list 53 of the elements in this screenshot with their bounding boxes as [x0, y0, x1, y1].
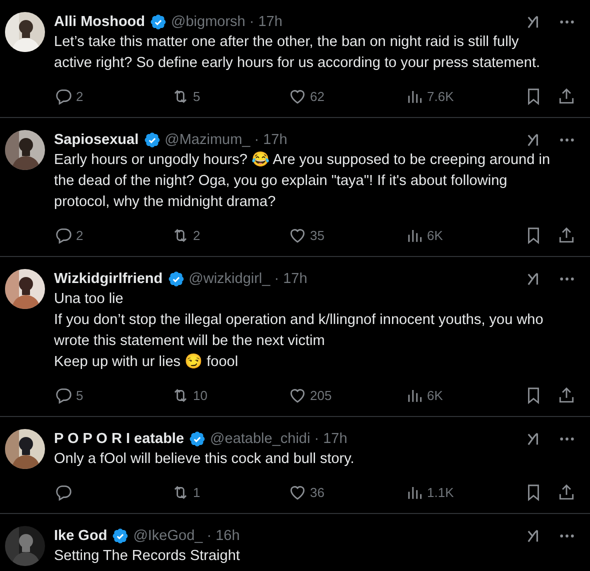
post-time[interactable]: · 17h	[254, 132, 288, 148]
post-text: Early hours or ungodly hours? 😂 Are you supposed to be creeping around in the dead of the night? Oga, you go explain "taya"! If it's about following protocol, why the midnight drama?	[54, 150, 552, 212]
like-count: 62	[310, 88, 324, 104]
author-handle[interactable]: @Mazimum_	[164, 132, 250, 148]
view-count: 6K	[427, 388, 443, 402]
like-count: 36	[310, 484, 324, 500]
share-icon[interactable]	[557, 226, 576, 244]
author-handle[interactable]: @IkeGod_	[133, 528, 203, 544]
share-icon[interactable]	[557, 482, 576, 502]
author-handle[interactable]: @wizkidgirl_	[188, 271, 270, 287]
more-icon[interactable]	[558, 137, 576, 143]
reply-icon[interactable]	[54, 86, 73, 106]
author-handle[interactable]: @bigmorsh	[171, 14, 246, 30]
repost-count: 10	[193, 388, 208, 402]
author-name[interactable]: Alli Moshood	[54, 14, 146, 30]
more-icon[interactable]	[558, 276, 576, 282]
post-text: Keep up with ur lies 😏 foool	[54, 352, 240, 372]
post-time[interactable]: · 17h	[249, 14, 282, 30]
post-text: Only a fOol will believe this cock and bull story.	[54, 450, 356, 469]
reply-count: 2	[76, 228, 84, 242]
view-count: 7.6K	[427, 88, 454, 104]
post-text: Setting The Records Straight	[54, 547, 241, 566]
repost-count: 5	[193, 88, 200, 104]
post-text: Una too lie	[54, 290, 124, 309]
author-name[interactable]: P O P O R I eatable	[54, 431, 184, 447]
author-name[interactable]: Ike God	[54, 528, 108, 544]
like-count: 205	[310, 388, 332, 402]
share-icon[interactable]	[557, 86, 576, 106]
reply-icon[interactable]	[54, 226, 73, 244]
view-count: 6K	[427, 228, 443, 242]
view-count: 1.1K	[427, 484, 454, 500]
post-card[interactable]: Alli Moshood @bigmorsh · 17h Let’s take this matter one after the other, the ban on night raid is still fully active right? So define early hours for us according to your press statement. 2 5 62 7.6K	[0, 0, 590, 118]
author-handle[interactable]: @eatable_chidi	[210, 431, 310, 447]
author-name[interactable]: Wizkidgirlfriend	[54, 271, 163, 287]
like-count: 35	[310, 228, 324, 242]
post-text: If you don’t stop the illegal operation and k/llingnof innocent youths, you who wrote this statement will be the next victim	[54, 311, 544, 351]
more-icon[interactable]	[558, 19, 576, 25]
more-icon[interactable]	[558, 533, 576, 539]
post-text: Let’s take this matter one after the other, the ban on night raid is still fully active right? So define early hours for us according to your press statement.	[54, 33, 541, 73]
reply-count: 2	[76, 88, 84, 104]
reply-icon[interactable]	[54, 482, 73, 502]
post-time[interactable]: · 17h	[314, 431, 348, 447]
author-name[interactable]: Sapiosexual	[54, 132, 139, 148]
repost-count: 1	[193, 484, 200, 500]
more-icon[interactable]	[558, 436, 576, 442]
post-card[interactable]: Ike God @IkeGod_ · 16h Setting The Records Straight	[0, 514, 590, 571]
share-icon[interactable]	[557, 386, 576, 404]
reply-icon[interactable]	[54, 386, 73, 404]
reply-count: 5	[76, 388, 84, 402]
repost-count: 2	[193, 228, 200, 242]
post-time[interactable]: · 17h	[274, 271, 308, 287]
post-time[interactable]: · 16h	[206, 528, 240, 544]
post-card[interactable]: P O P O R I eatable @eatable_chidi · 17h Only a fOol will believe this cock and bull story. 1 36 1.1K	[0, 417, 590, 514]
